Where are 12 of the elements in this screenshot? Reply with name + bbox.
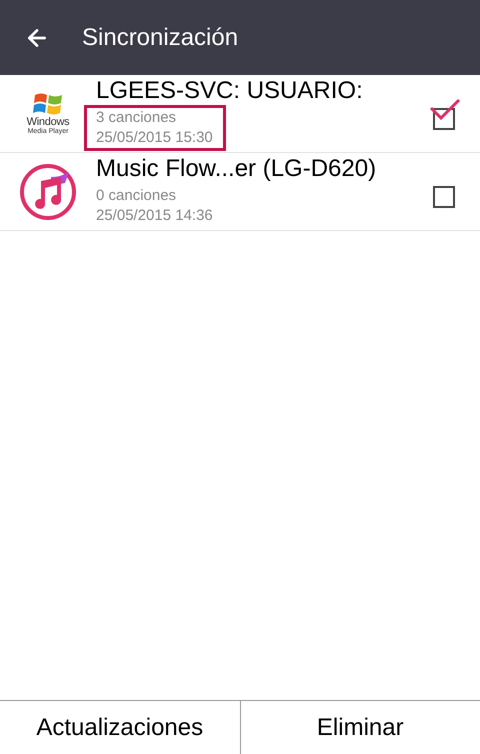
sync-list-item[interactable]: Music Flow...er (LG-D620) 0 canciones 25/05/2015 14:36 bbox=[0, 153, 480, 231]
checkbox[interactable] bbox=[429, 98, 461, 130]
windows-logo-icon bbox=[33, 90, 63, 117]
sync-date: 25/05/2015 15:30 bbox=[96, 128, 213, 148]
item-title: LGEES-SVC: USUARIO: bbox=[96, 76, 364, 104]
music-note-icon bbox=[19, 162, 77, 220]
logo-text: Windows bbox=[26, 116, 70, 128]
item-title: Music Flow...er (LG-D620) bbox=[96, 154, 378, 182]
song-count: 3 canciones bbox=[96, 108, 178, 128]
page-title: Sincronización bbox=[82, 22, 238, 52]
sync-date: 25/05/2015 14:36 bbox=[96, 206, 213, 226]
song-count: 0 canciones bbox=[96, 186, 178, 206]
